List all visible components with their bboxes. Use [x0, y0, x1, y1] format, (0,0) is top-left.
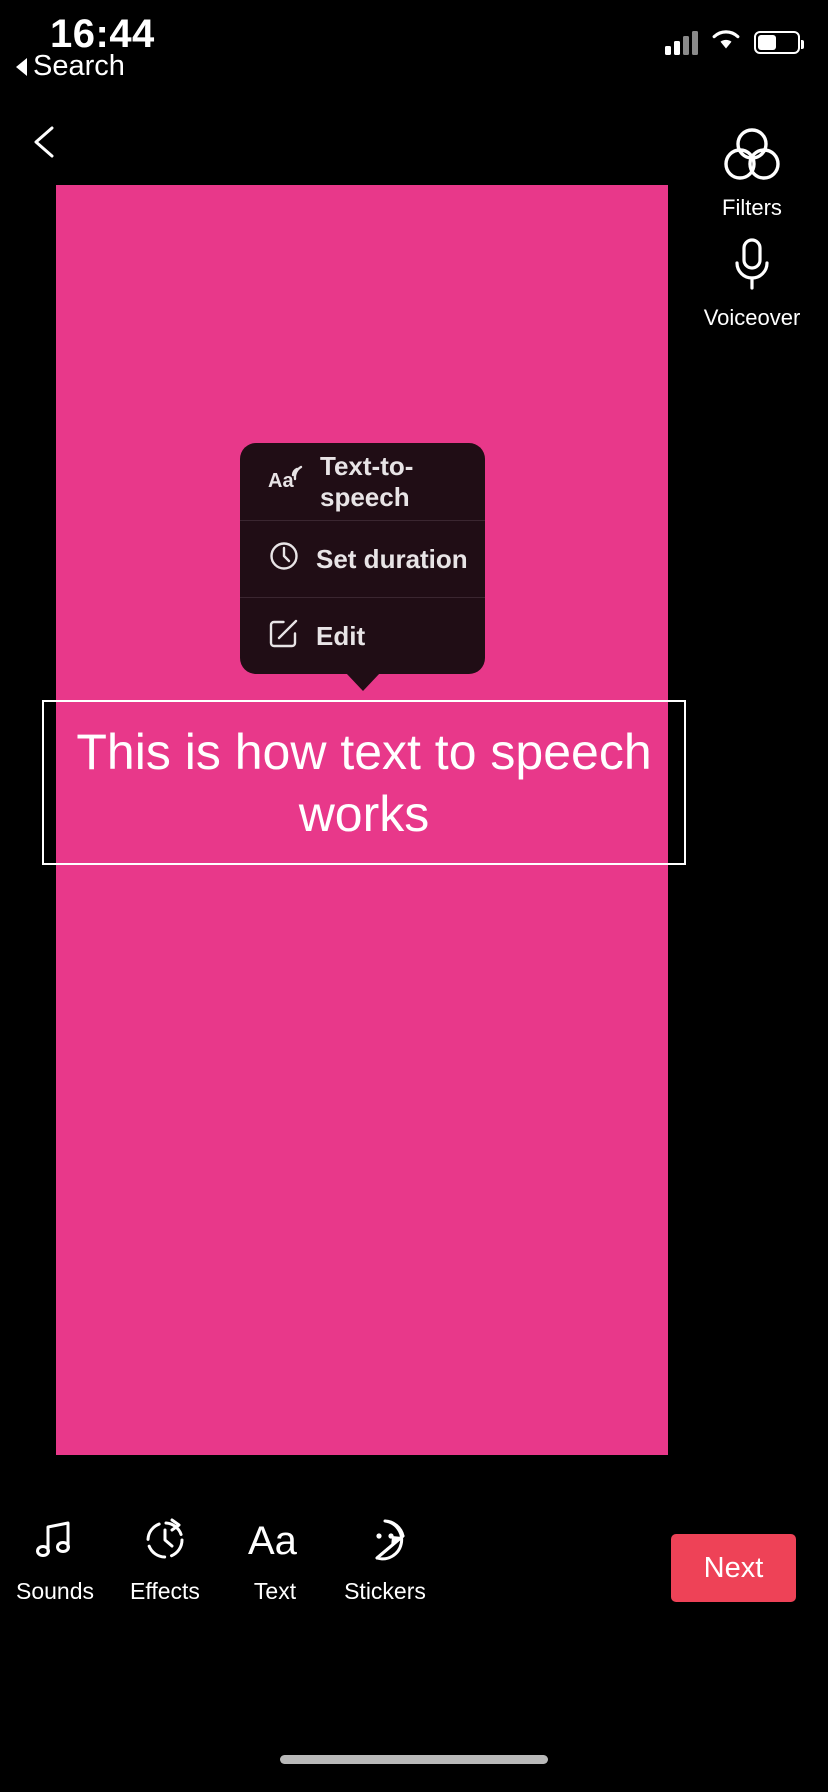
sticker-smiley-icon: [361, 1512, 409, 1568]
context-menu-label: Text-to-speech: [320, 450, 414, 512]
svg-text:Aa: Aa: [248, 1519, 298, 1563]
context-menu-item-edit[interactable]: Edit: [240, 597, 485, 674]
status-bar-back-to-search[interactable]: Search: [16, 50, 125, 83]
sounds-label: Sounds: [15, 1578, 94, 1604]
voiceover-label: Voiceover: [703, 305, 801, 330]
text-aa-icon: Aa: [247, 1512, 303, 1568]
context-menu-item-set-duration[interactable]: Set duration: [240, 520, 485, 597]
text-button[interactable]: Aa Text: [220, 1512, 330, 1605]
filters-circles-icon: [721, 126, 783, 189]
svg-text:Aa: Aa: [268, 470, 294, 492]
voiceover-button[interactable]: Voiceover: [692, 236, 812, 331]
cellular-signal-icon: [665, 30, 698, 55]
status-bar: 16:44 Search: [0, 0, 828, 96]
clock-icon: [268, 540, 300, 579]
editor-bottom-bar: Sounds Effects Aa Text Stickers Next: [0, 1512, 828, 1662]
wifi-icon: [711, 28, 741, 57]
music-note-icon: [32, 1512, 78, 1568]
back-button[interactable]: [26, 122, 66, 162]
stickers-button[interactable]: Stickers: [330, 1512, 440, 1605]
triangle-left-icon: [16, 57, 27, 76]
text-overlay-box[interactable]: This is how text to speech works: [42, 700, 686, 865]
tiktok-video-editor-screen: 16:44 Search Filters Voiceover Aa Text-t…: [0, 0, 828, 1792]
effects-label: Effects: [130, 1578, 200, 1604]
status-bar-indicators: [665, 28, 804, 57]
battery-icon: [754, 31, 804, 54]
context-menu-item-text-to-speech[interactable]: Aa Text-to-speech: [240, 443, 485, 520]
editor-top-bar: Filters Voiceover: [0, 120, 828, 330]
effects-clock-icon: [141, 1512, 189, 1568]
text-label: Text: [253, 1578, 297, 1604]
pencil-square-icon: [268, 617, 300, 656]
filters-button[interactable]: Filters: [692, 126, 812, 221]
sounds-button[interactable]: Sounds: [0, 1512, 110, 1605]
text-overlay-value: This is how text to speech works: [76, 723, 652, 842]
microphone-icon: [729, 236, 775, 299]
context-menu-label: Set duration: [316, 543, 468, 574]
status-bar-back-label: Search: [33, 50, 125, 82]
editor-tool-group: Sounds Effects Aa Text Stickers: [0, 1512, 440, 1662]
next-button-label: Next: [703, 1551, 764, 1584]
text-to-speech-icon: Aa: [268, 463, 304, 500]
effects-button[interactable]: Effects: [110, 1512, 220, 1605]
chevron-left-icon: [34, 126, 54, 158]
context-menu-label: Edit: [316, 620, 366, 651]
home-indicator[interactable]: [280, 1755, 548, 1764]
context-menu-pointer-tail: [345, 673, 380, 691]
text-context-menu: Aa Text-to-speech Set duration Edit: [240, 443, 485, 691]
filters-label: Filters: [722, 195, 782, 220]
stickers-label: Stickers: [344, 1578, 426, 1604]
next-button[interactable]: Next: [671, 1534, 796, 1602]
